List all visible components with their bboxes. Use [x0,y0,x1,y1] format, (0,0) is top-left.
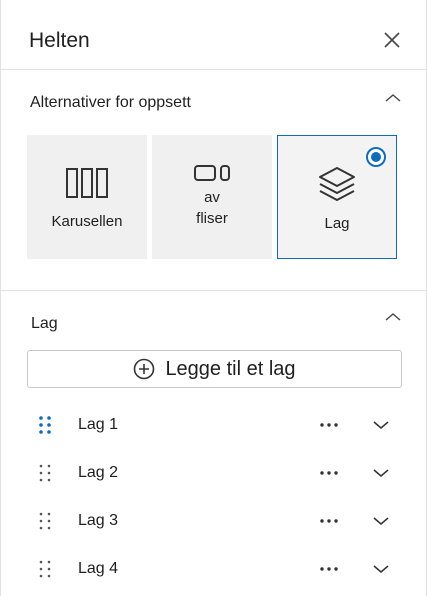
chevron-down-icon [373,517,389,525]
add-layer-label: Legge til et lag [165,357,296,380]
chevron-up-icon [385,313,401,321]
layout-section-title: Alternativer for oppsett [30,94,191,111]
layer-row[interactable]: Lag 3 [27,501,402,541]
layer-label: Lag 4 [78,560,119,577]
layout-section-collapse-button[interactable] [381,86,405,110]
layer-row[interactable]: Lag 1 [27,405,402,445]
layout-option-layers[interactable]: Lag [277,135,397,259]
layer-more-button[interactable] [313,509,345,533]
more-horizontal-icon [320,567,338,571]
layout-option-carousel[interactable]: Karusellen [27,135,147,259]
layer-expand-button[interactable] [369,557,393,581]
chevron-down-icon [373,469,389,477]
selected-radio-indicator [366,147,386,167]
layer-expand-button[interactable] [369,413,393,437]
chevron-up-icon [385,94,401,102]
chevron-down-icon [373,421,389,429]
tiles-icon [194,165,230,181]
layer-label: Lag 2 [78,464,119,481]
layer-row[interactable]: Lag 4 [27,549,402,589]
hero-settings-panel: Helten Alternativer for oppsett Karusell… [0,0,427,596]
layout-option-tiles[interactable]: av fliser [152,135,272,259]
layer-row[interactable]: Lag 2 [27,453,402,493]
layer-more-button[interactable] [313,413,345,437]
layer-expand-button[interactable] [369,461,393,485]
layout-option-label: av fliser [196,189,228,227]
chevron-down-icon [373,565,389,573]
layer-expand-button[interactable] [369,509,393,533]
layers-icon [319,167,355,201]
panel-title: Helten [29,29,90,52]
drag-handle-icon[interactable] [37,511,53,531]
layers-section-title: Lag [31,315,58,332]
layout-option-label: Lag [324,215,350,232]
close-button[interactable] [379,27,405,53]
more-horizontal-icon [320,471,338,475]
drag-handle-icon[interactable] [37,559,53,579]
more-horizontal-icon [320,423,338,427]
add-circle-icon [134,358,155,380]
drag-handle-icon[interactable] [37,463,53,483]
layer-more-button[interactable] [313,557,345,581]
layers-section-collapse-button[interactable] [381,305,405,329]
more-horizontal-icon [320,519,338,523]
layer-label: Lag 1 [78,416,119,433]
layout-option-label: Karusellen [51,213,123,230]
layer-label: Lag 3 [78,512,119,529]
layer-more-button[interactable] [313,461,345,485]
drag-handle-icon[interactable] [37,415,53,435]
section-divider [1,290,427,291]
carousel-icon [66,168,108,198]
panel-header: Helten [1,0,427,70]
close-icon [384,32,400,48]
add-layer-button[interactable]: Legge til et lag [27,350,402,388]
